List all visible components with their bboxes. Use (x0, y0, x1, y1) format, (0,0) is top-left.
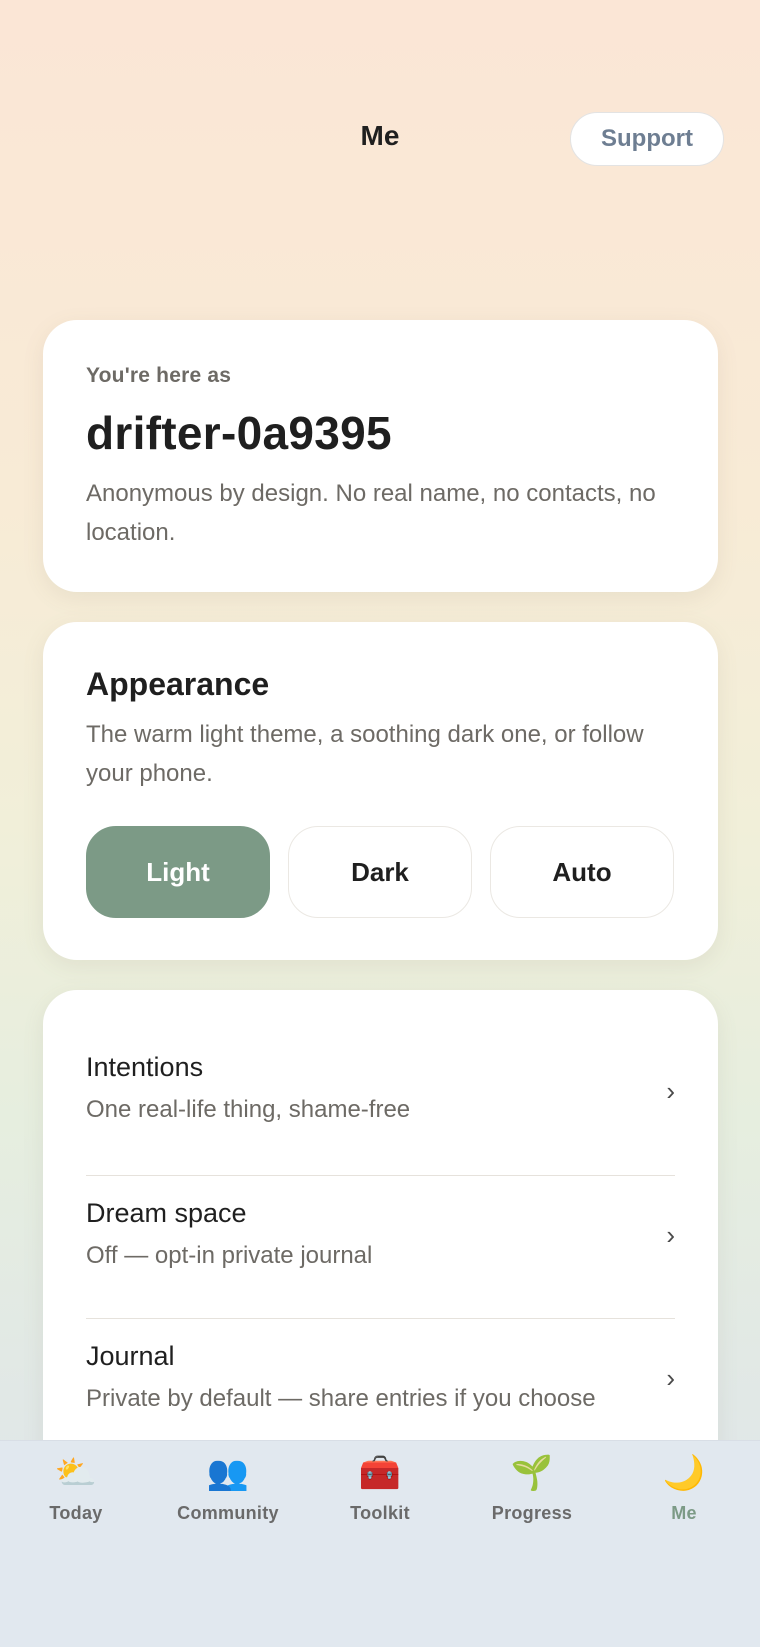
list-item-subtitle: One real-life thing, shame-free (86, 1096, 411, 1123)
tab-toolkit[interactable]: 🧰 Toolkit (304, 1441, 456, 1571)
list-item-title: Journal (86, 1341, 175, 1371)
tab-label: Today (49, 1503, 103, 1523)
tab-today[interactable]: ⛅ Today (0, 1441, 152, 1571)
theme-auto-button[interactable]: Auto (490, 826, 674, 918)
theme-light-button[interactable]: Light (86, 826, 270, 918)
appearance-description: The warm light theme, a soothing dark on… (86, 721, 644, 787)
tab-label: Community (177, 1503, 279, 1523)
chevron-right-icon: › (666, 1363, 675, 1393)
appearance-title: Appearance (86, 666, 270, 702)
list-item-subtitle: Private by default — share entries if yo… (86, 1385, 596, 1412)
crescent-moon-icon: 🌙 (662, 1454, 706, 1492)
appearance-card: Appearance The warm light theme, a sooth… (43, 622, 718, 960)
chevron-right-icon: › (666, 1076, 675, 1106)
tab-community[interactable]: 👥 Community (152, 1441, 304, 1571)
support-button[interactable]: Support (570, 112, 724, 166)
toolbox-icon: 🧰 (358, 1454, 402, 1492)
tab-label: Toolkit (350, 1503, 410, 1523)
people-icon: 👥 (206, 1454, 250, 1492)
chevron-right-icon: › (666, 1220, 675, 1250)
identity-card: You're here as drifter-0a9395 Anonymous … (43, 320, 718, 592)
identity-description: Anonymous by design. No real name, no co… (86, 480, 656, 546)
list-item-intentions[interactable]: Intentions One real-life thing, shame-fr… (86, 990, 675, 1176)
theme-selector: Light Dark Auto (86, 826, 674, 918)
list-item-title: Intentions (86, 1052, 204, 1082)
seedling-icon: 🌱 (510, 1454, 554, 1492)
tab-progress[interactable]: 🌱 Progress (456, 1441, 608, 1571)
tab-label: Me (671, 1503, 697, 1523)
list-item-dream-space[interactable]: Dream space Off — opt-in private journal… (86, 1176, 675, 1319)
tab-me[interactable]: 🌙 Me (608, 1441, 760, 1571)
header: Me Support (0, 0, 760, 280)
settings-list: Intentions One real-life thing, shame-fr… (43, 990, 718, 1490)
tab-bar: ⛅ Today 👥 Community 🧰 Toolkit 🌱 Progress… (0, 1440, 760, 1647)
sun-behind-cloud-icon: ⛅ (54, 1454, 98, 1492)
list-item-title: Dream space (86, 1198, 247, 1228)
tab-label: Progress (491, 1503, 573, 1523)
identity-eyebrow: You're here as (86, 364, 232, 387)
user-handle: drifter-0a9395 (86, 407, 392, 459)
list-item-subtitle: Off — opt-in private journal (86, 1242, 373, 1269)
theme-dark-button[interactable]: Dark (288, 826, 472, 918)
